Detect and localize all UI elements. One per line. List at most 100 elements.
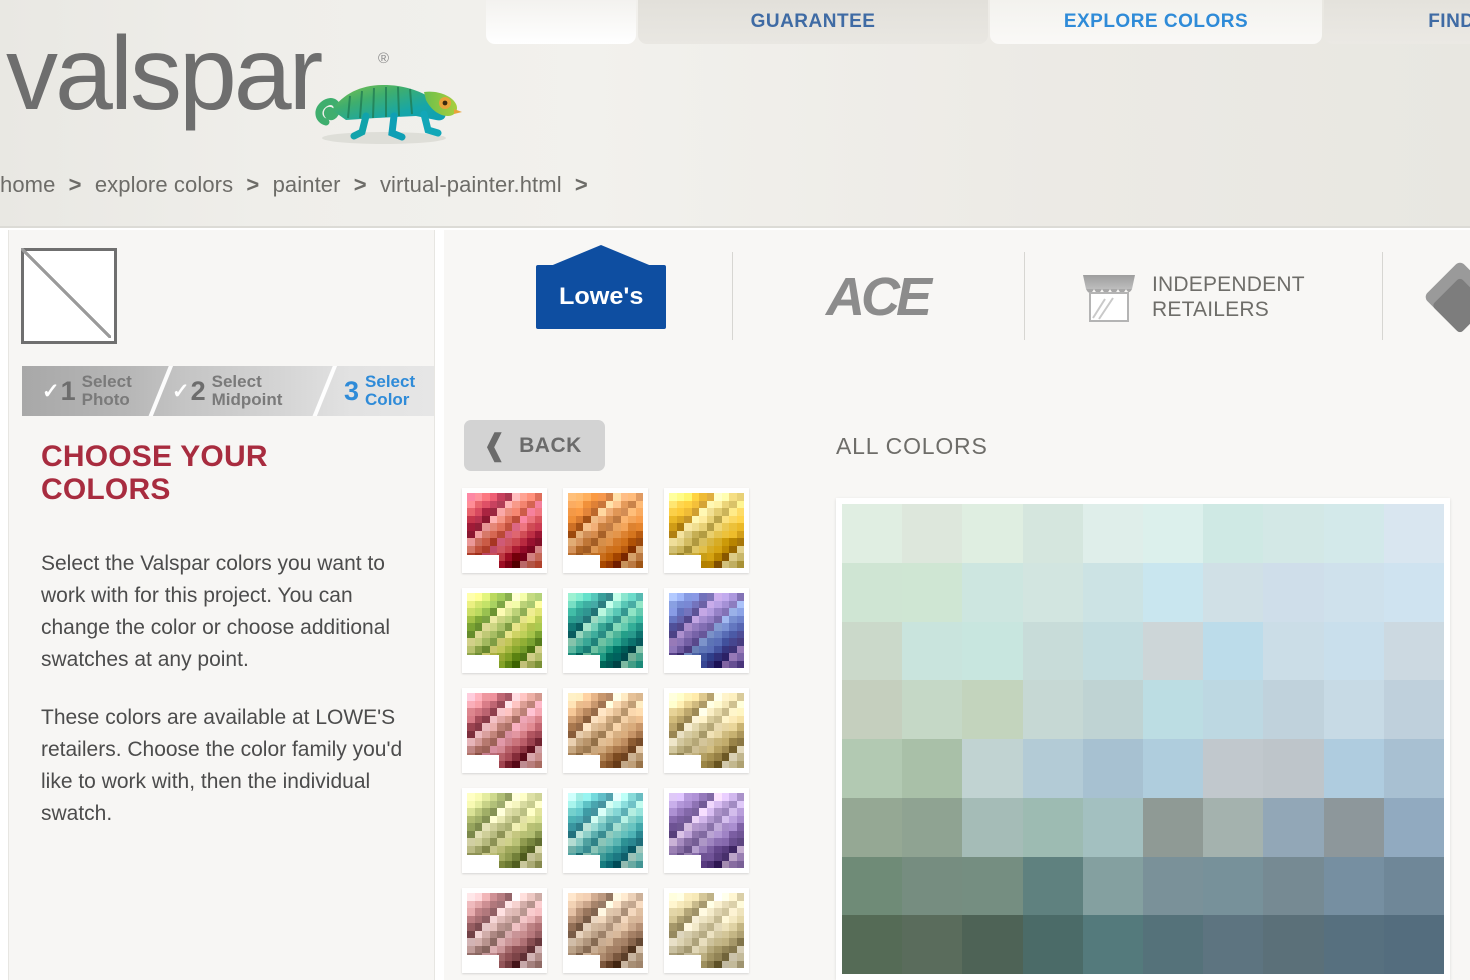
- color-chip[interactable]: [962, 621, 1023, 681]
- color-chip[interactable]: [1383, 680, 1444, 739]
- color-chip[interactable]: [842, 562, 903, 622]
- color-chip[interactable]: [842, 797, 903, 857]
- color-chip[interactable]: [1263, 797, 1324, 857]
- color-chip[interactable]: [1082, 915, 1143, 974]
- color-chip[interactable]: [1022, 915, 1083, 974]
- color-chip[interactable]: [1143, 562, 1204, 622]
- color-chip[interactable]: [842, 856, 903, 916]
- color-chip[interactable]: [842, 680, 903, 739]
- color-chip[interactable]: [1263, 621, 1324, 681]
- tab-guarantee[interactable]: GUARANTEE: [638, 0, 988, 44]
- breadcrumb-item-home[interactable]: home: [0, 172, 55, 197]
- color-chip[interactable]: [962, 680, 1023, 739]
- retailer-ace[interactable]: ACE: [826, 238, 932, 356]
- color-chip[interactable]: [1203, 504, 1264, 563]
- breadcrumb-item-painter[interactable]: painter: [273, 172, 341, 197]
- color-chip[interactable]: [1263, 504, 1324, 563]
- color-chip[interactable]: [1203, 856, 1264, 916]
- color-chip[interactable]: [902, 562, 963, 622]
- color-chip[interactable]: [1143, 504, 1204, 563]
- color-chip[interactable]: [902, 797, 963, 857]
- color-family-swatch[interactable]: [462, 588, 547, 673]
- color-chip[interactable]: [1383, 739, 1444, 798]
- color-chip[interactable]: [902, 621, 963, 681]
- color-chip[interactable]: [842, 915, 903, 974]
- color-chip[interactable]: [842, 621, 903, 681]
- color-chip[interactable]: [1022, 562, 1083, 622]
- breadcrumb-item-explore-colors[interactable]: explore colors: [95, 172, 233, 197]
- color-family-swatch[interactable]: [664, 888, 749, 973]
- color-chip[interactable]: [1323, 856, 1384, 916]
- color-family-swatch[interactable]: [664, 788, 749, 873]
- color-chip[interactable]: [1143, 621, 1204, 681]
- breadcrumb-item-virtual-painter[interactable]: virtual-painter.html: [380, 172, 562, 197]
- color-chip[interactable]: [1082, 504, 1143, 563]
- color-chip[interactable]: [1203, 797, 1264, 857]
- valspar-logo[interactable]: valspar ®: [6, 22, 476, 144]
- color-chip[interactable]: [1323, 797, 1384, 857]
- color-chip[interactable]: [1383, 797, 1444, 857]
- color-chip[interactable]: [902, 504, 963, 563]
- color-chip[interactable]: [1383, 562, 1444, 622]
- color-chip[interactable]: [1323, 915, 1384, 974]
- color-family-swatch[interactable]: [664, 488, 749, 573]
- color-chip[interactable]: [1022, 621, 1083, 681]
- color-chip[interactable]: [1082, 797, 1143, 857]
- color-chip[interactable]: [1143, 680, 1204, 739]
- color-family-swatch[interactable]: [462, 488, 547, 573]
- retailer-independent[interactable]: INDEPENDENT RETAILERS: [1080, 238, 1305, 356]
- retailer-partial[interactable]: [1423, 238, 1470, 356]
- color-chip[interactable]: [1143, 915, 1204, 974]
- color-chip[interactable]: [1323, 621, 1384, 681]
- color-chip[interactable]: [1383, 915, 1444, 974]
- color-chip[interactable]: [1143, 739, 1204, 798]
- retailer-lowes[interactable]: Lowe's: [536, 238, 666, 356]
- color-family-swatch[interactable]: [462, 688, 547, 773]
- empty-swatch-icon[interactable]: [21, 248, 117, 344]
- color-chip[interactable]: [1082, 621, 1143, 681]
- color-chip[interactable]: [1203, 915, 1264, 974]
- color-chip[interactable]: [1263, 739, 1324, 798]
- color-chip[interactable]: [1143, 797, 1204, 857]
- step-select-midpoint[interactable]: ✓ 2 Select Midpoint: [172, 366, 282, 416]
- color-family-swatch[interactable]: [462, 888, 547, 973]
- color-chip[interactable]: [1263, 856, 1324, 916]
- color-chip[interactable]: [842, 739, 903, 798]
- color-chip[interactable]: [1022, 797, 1083, 857]
- color-chip[interactable]: [1143, 856, 1204, 916]
- step-select-photo[interactable]: ✓ 1 Select Photo: [42, 366, 132, 416]
- color-family-swatch[interactable]: [563, 588, 648, 673]
- color-chip[interactable]: [1203, 680, 1264, 739]
- color-chip[interactable]: [1263, 680, 1324, 739]
- color-chip[interactable]: [962, 915, 1023, 974]
- color-chip[interactable]: [1203, 739, 1264, 798]
- color-chip[interactable]: [1203, 621, 1264, 681]
- color-chip[interactable]: [1263, 915, 1324, 974]
- color-chip[interactable]: [962, 797, 1023, 857]
- color-family-swatch[interactable]: [563, 888, 648, 973]
- tab-find-the[interactable]: FIND THE: [1324, 0, 1470, 44]
- color-family-swatch[interactable]: [462, 788, 547, 873]
- color-chip[interactable]: [1323, 562, 1384, 622]
- color-chip[interactable]: [1323, 504, 1384, 563]
- color-chip[interactable]: [1323, 739, 1384, 798]
- color-chip[interactable]: [1082, 739, 1143, 798]
- color-chip[interactable]: [962, 504, 1023, 563]
- color-chip[interactable]: [842, 504, 903, 563]
- color-family-swatch[interactable]: [563, 688, 648, 773]
- tab-explore-colors[interactable]: EXPLORE COLORS: [990, 0, 1322, 44]
- color-chip[interactable]: [1383, 504, 1444, 563]
- color-chip[interactable]: [1022, 739, 1083, 798]
- color-chip[interactable]: [902, 915, 963, 974]
- color-chip[interactable]: [1022, 504, 1083, 563]
- color-chip[interactable]: [1022, 856, 1083, 916]
- step-select-color[interactable]: 3 Select Color: [344, 366, 415, 416]
- tab-blank[interactable]: [486, 0, 636, 44]
- color-chip[interactable]: [1082, 562, 1143, 622]
- color-chip[interactable]: [1383, 856, 1444, 916]
- color-chip[interactable]: [1323, 680, 1384, 739]
- color-chip[interactable]: [1203, 562, 1264, 622]
- color-family-swatch[interactable]: [664, 688, 749, 773]
- color-chip[interactable]: [1082, 856, 1143, 916]
- color-chip[interactable]: [902, 856, 963, 916]
